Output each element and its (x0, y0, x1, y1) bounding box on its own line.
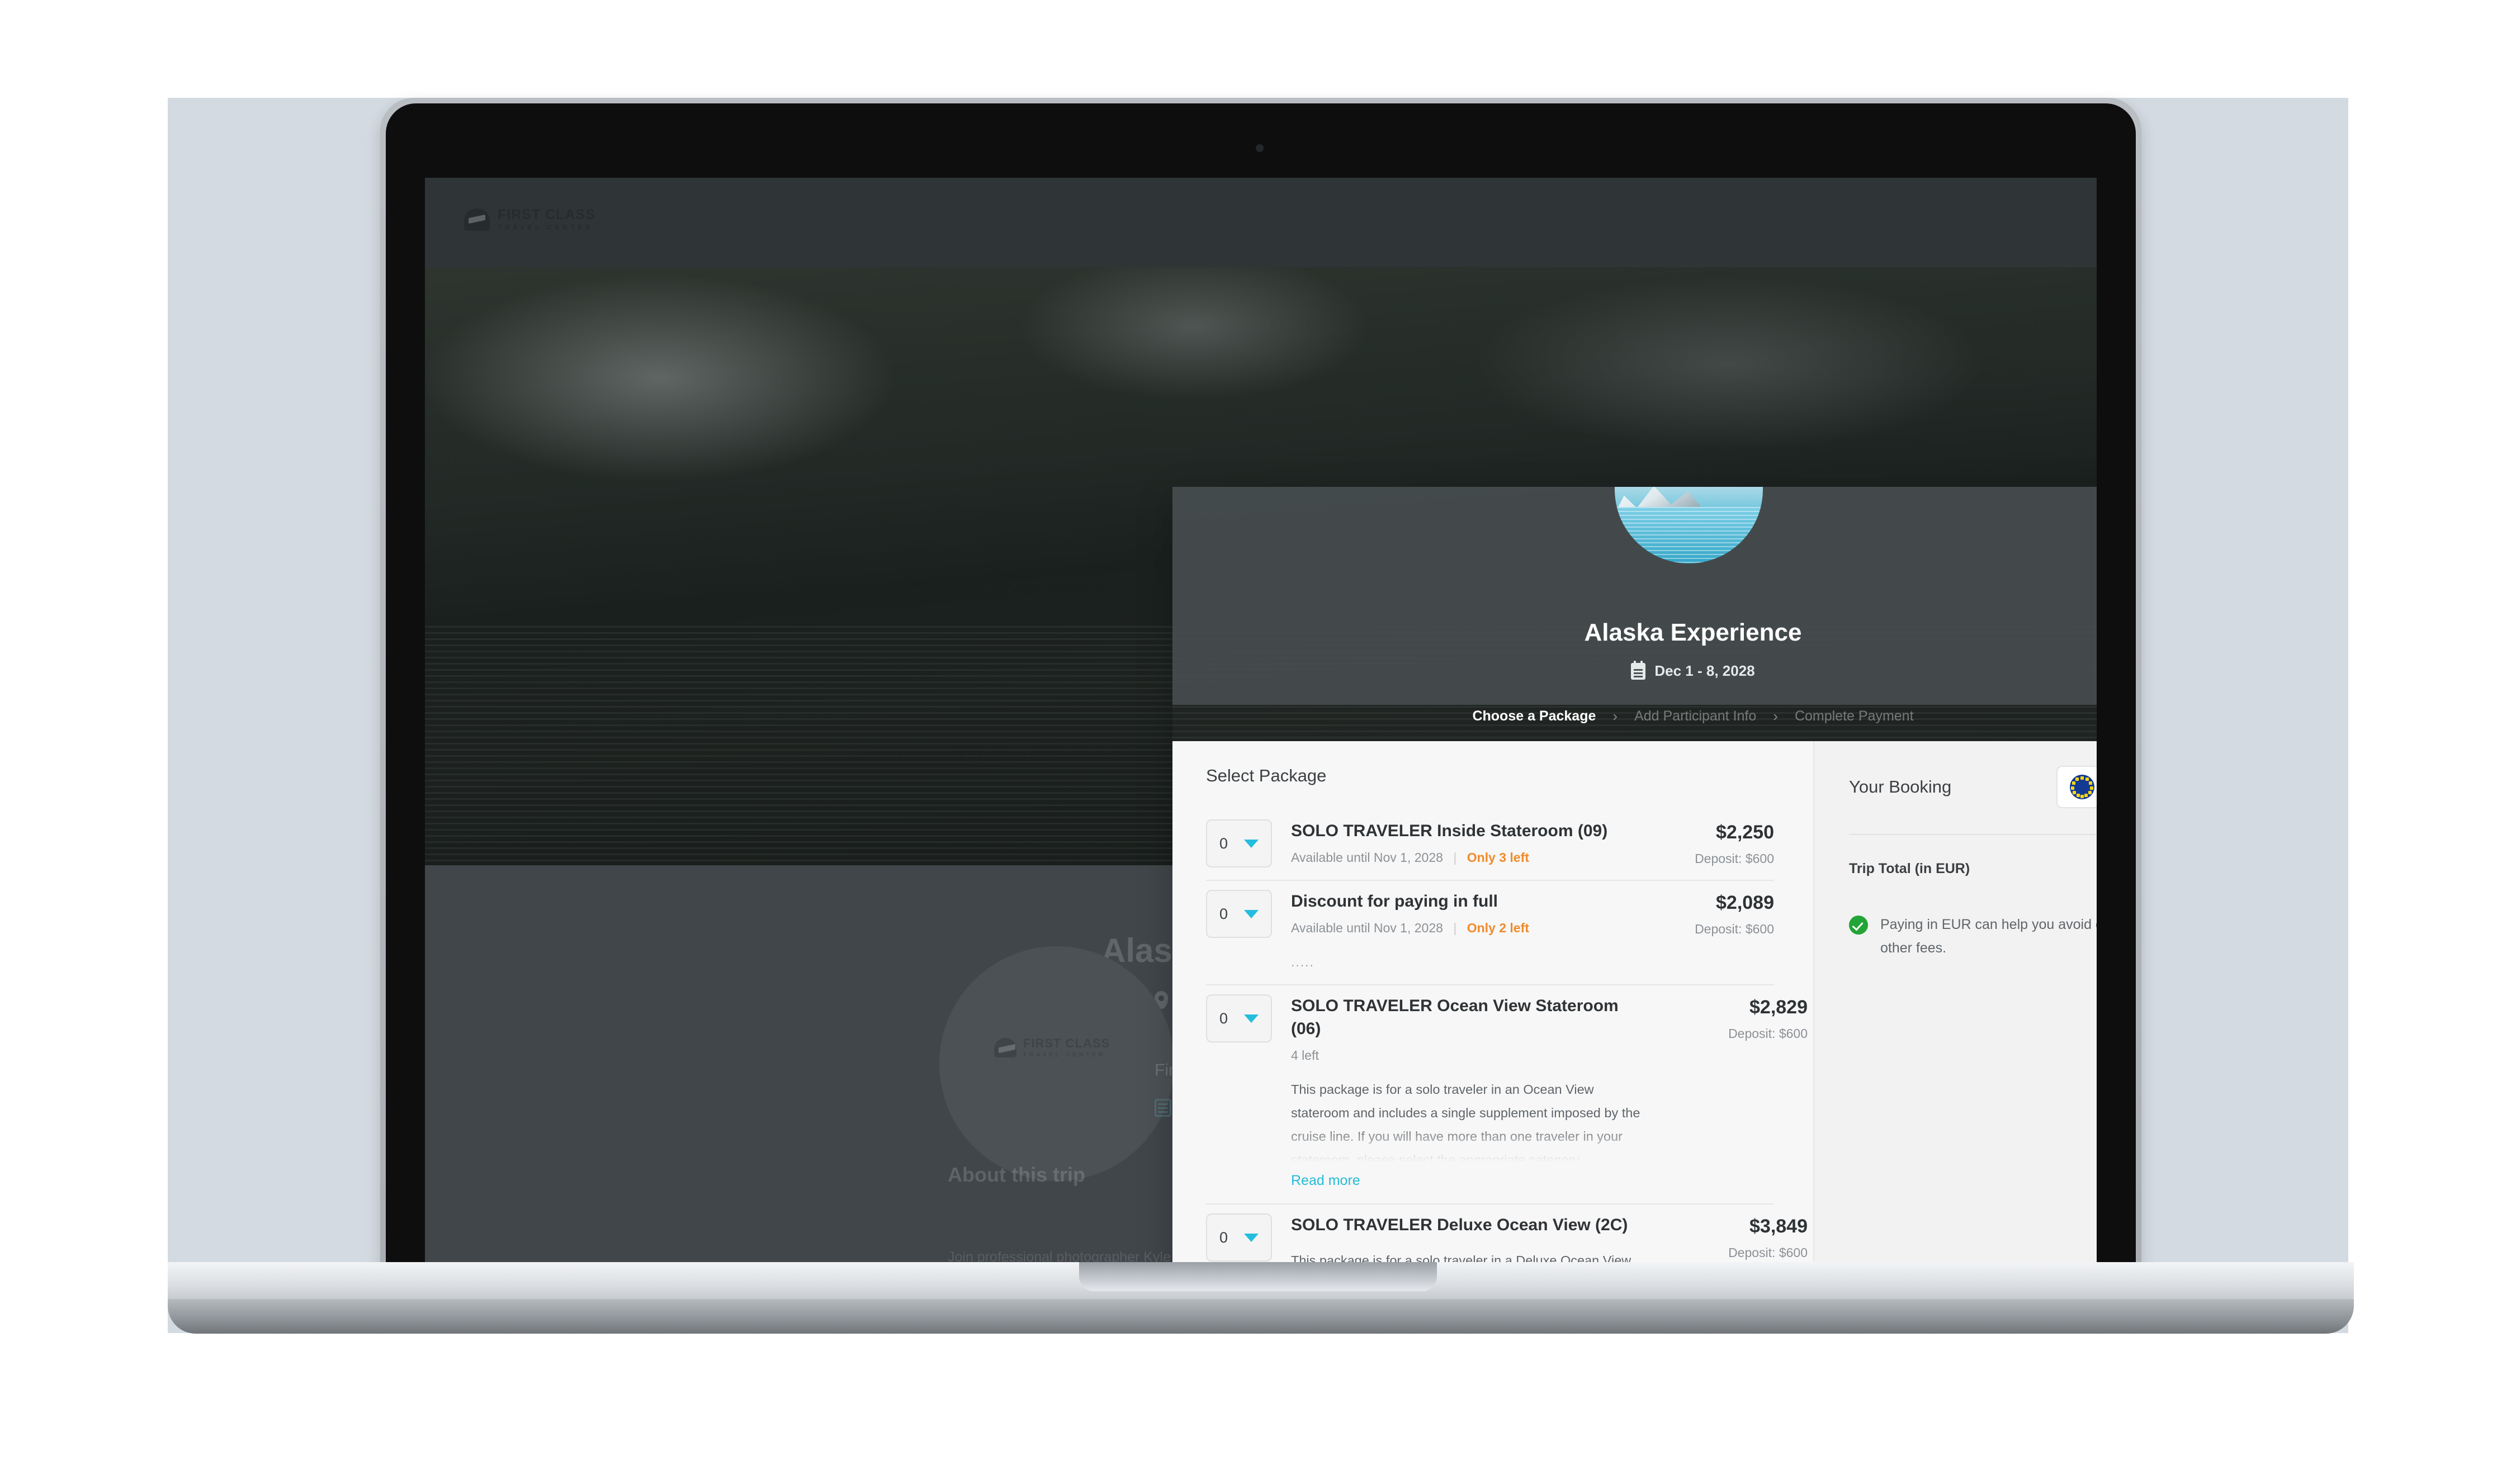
water-shape (1615, 507, 1763, 563)
package-deposit: Deposit: $600 (1695, 851, 1774, 866)
bubble-brand-mark-icon (994, 1037, 1016, 1058)
package-price: $2,250 (1716, 822, 1774, 843)
laptop-camera-icon (1256, 144, 1264, 152)
currency-note-text: Paying in EUR can help you avoid card an… (1880, 917, 2097, 956)
check-circle-icon (1849, 916, 1868, 935)
chevron-down-icon (1244, 1233, 1259, 1242)
quantity-value: 0 (1219, 905, 1228, 922)
browser-viewport: FIRST CLASS TRAVEL CENTER Alaska Experie… (425, 178, 2097, 1262)
calendar-icon (1631, 660, 1646, 680)
currency-selector[interactable]: EUR (2056, 766, 2097, 808)
package-meta: 4 left (1291, 1048, 1649, 1063)
package-deposit: Deposit: $600 (1728, 1026, 1808, 1041)
bubble-logo: FIRST CLASS TRAVEL CENTER (994, 1037, 1110, 1058)
package-name: SOLO TRAVELER Deluxe Ocean View (2C) (1291, 1216, 1628, 1235)
package-deposit: Deposit: $600 (1695, 922, 1774, 937)
bubble-brand-line2: TRAVEL CENTER (1023, 1051, 1105, 1058)
brand-name-line1: FIRST CLASS (498, 207, 595, 222)
step-complete-payment[interactable]: Complete Payment (1795, 708, 1914, 724)
step-choose-a-package[interactable]: Choose a Package (1472, 708, 1596, 724)
package-name: SOLO TRAVELER Inside Stateroom (09) (1291, 822, 1608, 840)
package-availability: 4 left (1291, 1048, 1319, 1063)
package-deposit: Deposit: $600 (1728, 1245, 1808, 1260)
package-description-wrap: This package is for a solo traveler in a… (1291, 1078, 1649, 1168)
select-package-pane: Select Package 0 SOLO TRAVELER Inside St… (1172, 741, 1813, 1262)
modal-body: Select Package 0 SOLO TRAVELER Inside St… (1172, 741, 2097, 1262)
package-row: 0 SOLO TRAVELER Deluxe Ocean View (2C) T… (1206, 1205, 1808, 1262)
brand-mark-icon (464, 208, 490, 231)
chevron-down-icon (1244, 909, 1259, 918)
meta-separator: | (1453, 921, 1457, 936)
booking-modal: Alaska Experience Dec 1 - 8, 2028 Choose… (1172, 487, 2097, 1262)
step-add-participant-info[interactable]: Add Participant Info (1634, 708, 1756, 724)
package-availability: Available until Nov 1, 2028 (1291, 850, 1443, 865)
step-separator-1: › (1612, 708, 1618, 724)
package-name: Discount for paying in full (1291, 892, 1498, 911)
package-availability: Available until Nov 1, 2028 (1291, 921, 1443, 936)
package-description: This package is for a solo traveler in a… (1291, 1253, 1631, 1262)
modal-stepper: Choose a Package › Add Participant Info … (1172, 708, 2097, 725)
step-separator-2: › (1773, 708, 1778, 724)
quantity-stepper[interactable]: 0 (1206, 890, 1272, 938)
currency-note: Paying in EUR can help you avoid card an… (1849, 913, 2097, 960)
trip-total-row: Trip Total (in EUR) €0 (1849, 860, 2097, 878)
quantity-stepper[interactable]: 0 (1206, 819, 1272, 867)
brand-name-line2: TRAVEL CENTER (498, 224, 594, 231)
package-price: $2,829 (1749, 997, 1808, 1018)
logo-bubble (939, 946, 1174, 1181)
package-remaining-badge: Only 3 left (1467, 850, 1529, 865)
quantity-stepper[interactable]: 0 (1206, 994, 1272, 1043)
quantity-value: 0 (1219, 1009, 1228, 1027)
eu-flag-icon (2069, 775, 2094, 799)
meta-separator: | (1453, 850, 1457, 865)
site-logo[interactable]: FIRST CLASS TRAVEL CENTER (464, 208, 595, 231)
modal-title: Alaska Experience (1584, 619, 1802, 646)
read-more-link[interactable]: Read more (1291, 1173, 1649, 1189)
your-booking-pane: Your Booking Trip Total (in EUR) Paying … (1813, 741, 2097, 1262)
chevron-down-icon (1244, 1014, 1259, 1023)
package-price: $2,089 (1716, 892, 1774, 914)
screenshot-stage: FIRST CLASS TRAVEL CENTER Alaska Experie… (0, 0, 2516, 1484)
package-row: 0 SOLO TRAVELER Ocean View Stateroom (06… (1206, 985, 1808, 1205)
booking-divider (1849, 834, 2097, 835)
package-name: SOLO TRAVELER Ocean View Stateroom (06) (1291, 997, 1619, 1039)
package-description: This package is for a solo traveler in a… (1291, 1082, 1640, 1168)
select-package-heading: Select Package (1206, 766, 1327, 785)
package-meta: Available until Nov 1, 2028 | Only 3 lef… (1291, 850, 1615, 865)
modal-date-label: Dec 1 - 8, 2028 (1654, 662, 1755, 679)
quantity-value: 0 (1219, 835, 1228, 852)
chevron-down-icon (1244, 839, 1259, 848)
your-booking-heading: Your Booking (1849, 777, 1952, 796)
package-row: 0 SOLO TRAVELER Inside Stateroom (09) Av… (1206, 810, 1774, 881)
package-row: 0 Discount for paying in full Available … (1206, 881, 1774, 986)
bubble-brand-line1: FIRST CLASS (1023, 1036, 1110, 1050)
package-description-dots: ..... (1291, 955, 1314, 970)
hero-calendar-icon (1155, 1099, 1171, 1117)
trip-thumbnail-avatar (1615, 487, 1763, 563)
booking-header: Your Booking (1849, 766, 2097, 808)
package-price: $3,849 (1749, 1216, 1808, 1238)
site-navbar: FIRST CLASS TRAVEL CENTER (425, 178, 2097, 267)
package-meta: Available until Nov 1, 2028 | Only 2 lef… (1291, 921, 1615, 936)
laptop-foot (168, 1299, 2354, 1334)
quantity-stepper[interactable]: 0 (1206, 1213, 1272, 1262)
quantity-value: 0 (1219, 1229, 1228, 1246)
trip-total-label: Trip Total (in EUR) (1849, 861, 1970, 876)
modal-date: Dec 1 - 8, 2028 (1172, 660, 2097, 680)
about-heading: About this trip (948, 1163, 1085, 1186)
package-remaining-badge: Only 2 left (1467, 921, 1529, 936)
laptop-base-notch (1079, 1262, 1437, 1291)
